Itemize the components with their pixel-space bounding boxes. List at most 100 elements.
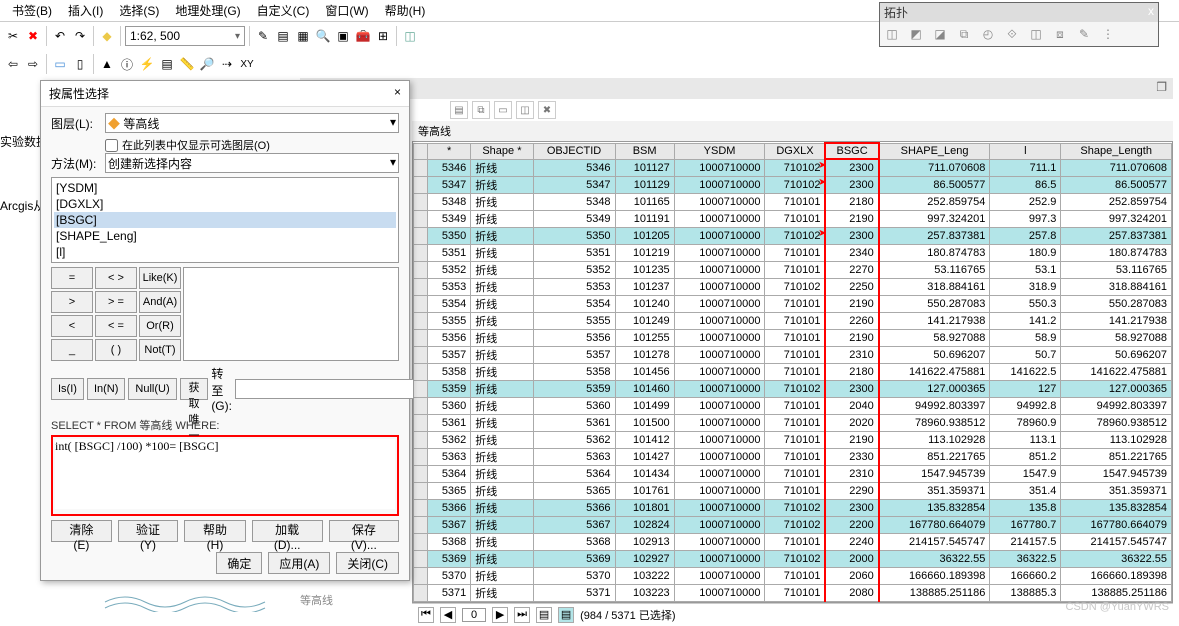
ok-button[interactable]: 确定 [216, 552, 262, 574]
topology-toolbar[interactable]: 拓扑 x ◫ ◩ ◪ ⧉ ◴ ⟐ ◫ ⧈ ✎ ⋮ [879, 2, 1159, 47]
cut-icon[interactable]: ✂ [4, 27, 22, 45]
model-builder-icon[interactable]: ⊞ [374, 27, 392, 45]
select-features-icon[interactable]: ▭ [51, 55, 69, 73]
table-row[interactable]: 5356折线53561012551000710000710101219058.9… [414, 329, 1172, 346]
func-unique[interactable]: 获取唯一值(V) [180, 378, 209, 400]
pointer-icon[interactable]: ▲ [98, 55, 116, 73]
table-row[interactable]: 5357折线53571012781000710000710101231050.6… [414, 346, 1172, 363]
field-list[interactable]: [YSDM] [DGXLX] [BSGC] [SHAPE_Leng] [l] [51, 177, 399, 263]
op-parens[interactable]: ( ) [95, 339, 137, 361]
identify-icon[interactable]: ⓘ [118, 55, 136, 73]
forward-icon[interactable]: ⇨ [24, 55, 42, 73]
apply-button[interactable]: 应用(A) [268, 552, 330, 574]
field-item[interactable]: [DGXLX] [54, 196, 396, 212]
clear-selection-icon[interactable]: ▯ [71, 55, 89, 73]
field-item-selected[interactable]: [BSGC] [54, 212, 396, 228]
func-in[interactable]: In(N) [87, 378, 125, 400]
table-row[interactable]: 5365折线536510176110007100007101012290351.… [414, 482, 1172, 499]
column-header[interactable]: OBJECTID [533, 143, 615, 159]
table-select-icon[interactable]: ▭ [494, 101, 512, 119]
op-or[interactable]: Or(R) [139, 315, 181, 337]
layer-icon[interactable]: ◫ [401, 27, 419, 45]
field-item[interactable]: [SHAPE_Leng] [54, 228, 396, 244]
close-button[interactable]: 关闭(C) [336, 552, 399, 574]
load-button[interactable]: 加载(D)... [252, 520, 323, 542]
topology-icon-9[interactable]: ✎ [1074, 24, 1094, 44]
close-icon[interactable]: ✖ [24, 27, 42, 45]
column-header[interactable]: YSDM [674, 143, 765, 159]
column-header[interactable]: * [428, 143, 471, 159]
select-by-attributes-dialog[interactable]: 按属性选择 × 图层(L): ◆ 等高线 ▾ 在此列表中仅显示可选图层(O) 方… [40, 80, 410, 581]
clear-button[interactable]: 清除(E) [51, 520, 112, 542]
op-not[interactable]: Not(T) [139, 339, 181, 361]
op-and[interactable]: And(A) [139, 291, 181, 313]
table-row[interactable]: 5346折线53461011271000710000710102➤2300711… [414, 159, 1172, 176]
layer-combo[interactable]: ◆ 等高线 ▾ [105, 113, 399, 133]
op-like[interactable]: Like(K) [139, 267, 181, 289]
add-data-icon[interactable]: ◆ [98, 27, 116, 45]
topology-icon-10[interactable]: ⋮ [1098, 24, 1118, 44]
op-lte[interactable]: < = [95, 315, 137, 337]
topology-icon-6[interactable]: ⟐ [1002, 24, 1022, 44]
op-gt[interactable]: > [51, 291, 93, 313]
op-underscore[interactable]: _ [51, 339, 93, 361]
op-eq[interactable]: = [51, 267, 93, 289]
table-of-contents-icon[interactable]: ▤ [274, 27, 292, 45]
table-row[interactable]: 5351折线535110121910007100007101012340180.… [414, 244, 1172, 261]
func-is[interactable]: Is(I) [51, 378, 84, 400]
go-to-xy-icon[interactable]: XY [238, 55, 256, 73]
table-zoom-icon[interactable]: ◫ [516, 101, 534, 119]
menu-select[interactable]: 选择(S) [111, 0, 167, 21]
table-options-icon[interactable]: ▤ [450, 101, 468, 119]
topology-icon-8[interactable]: ⧈ [1050, 24, 1070, 44]
table-row[interactable]: 5371折线5371103223100071000071010120801388… [414, 584, 1172, 601]
column-header[interactable]: BSM [615, 143, 674, 159]
menu-window[interactable]: 窗口(W) [317, 0, 376, 21]
toolbox-icon[interactable]: 🧰 [354, 27, 372, 45]
toolbar-close-icon[interactable]: x [1148, 4, 1154, 21]
table-row[interactable]: 5347折线53471011291000710000710102➤230086.… [414, 176, 1172, 193]
table-row[interactable]: 5358折线5358101456100071000071010121801416… [414, 363, 1172, 380]
table-related-icon[interactable]: ⧉ [472, 101, 490, 119]
topology-icon-7[interactable]: ◫ [1026, 24, 1046, 44]
table-row[interactable]: 5354折线535410124010007100007101012190550.… [414, 295, 1172, 312]
op-lt[interactable]: < [51, 315, 93, 337]
verify-button[interactable]: 验证(Y) [118, 520, 179, 542]
topology-icon-1[interactable]: ◫ [882, 24, 902, 44]
menu-bookmark[interactable]: 书签(B) [4, 0, 60, 21]
catalog-icon[interactable]: ▦ [294, 27, 312, 45]
scale-combo[interactable]: 1:62, 500▾ [125, 26, 245, 46]
topology-icon-5[interactable]: ◴ [978, 24, 998, 44]
table-close-icon[interactable]: ✖ [538, 101, 556, 119]
table-row[interactable]: 5352折线53521012351000710000710101227053.1… [414, 261, 1172, 278]
back-icon[interactable]: ⇦ [4, 55, 22, 73]
table-row[interactable]: 5361折线5361101500100071000071010120207896… [414, 414, 1172, 431]
only-selectable-checkbox[interactable] [105, 139, 118, 152]
hyperlink-icon[interactable]: ⚡ [138, 55, 156, 73]
table-row[interactable]: 5359折线535910146010007100007101022300127.… [414, 380, 1172, 397]
op-gte[interactable]: > = [95, 291, 137, 313]
find-icon[interactable]: 🔎 [198, 55, 216, 73]
search-icon[interactable]: 🔍 [314, 27, 332, 45]
editor-icon[interactable]: ✎ [254, 27, 272, 45]
table-row[interactable]: 5355折线535510124910007100007101012260141.… [414, 312, 1172, 329]
table-row[interactable]: 5367折线5367102824100071000071010222001677… [414, 516, 1172, 533]
menu-help[interactable]: 帮助(H) [377, 0, 434, 21]
table-row[interactable]: 5348折线534810116510007100007101012180252.… [414, 193, 1172, 210]
measure-icon[interactable]: 📏 [178, 55, 196, 73]
topology-icon-3[interactable]: ◪ [930, 24, 950, 44]
menu-insert[interactable]: 插入(I) [60, 0, 111, 21]
menu-geoprocessing[interactable]: 地理处理(G) [167, 0, 248, 21]
table-row[interactable]: 5362折线536210141210007100007101012190113.… [414, 431, 1172, 448]
table-row[interactable]: 5364折线5364101434100071000071010123101547… [414, 465, 1172, 482]
column-header[interactable]: DGXLX [765, 143, 826, 159]
undo-icon[interactable]: ↶ [51, 27, 69, 45]
redo-icon[interactable]: ↷ [71, 27, 89, 45]
table-row[interactable]: 5353折线535310123710007100007101022250318.… [414, 278, 1172, 295]
dialog-close-icon[interactable]: × [394, 85, 401, 102]
goto-input[interactable] [235, 379, 414, 399]
table-row[interactable]: 5349折线534910119110007100007101012190997.… [414, 210, 1172, 227]
column-header[interactable]: SHAPE_Leng [879, 143, 990, 159]
python-icon[interactable]: ▣ [334, 27, 352, 45]
column-header[interactable]: BSGC [825, 143, 878, 159]
